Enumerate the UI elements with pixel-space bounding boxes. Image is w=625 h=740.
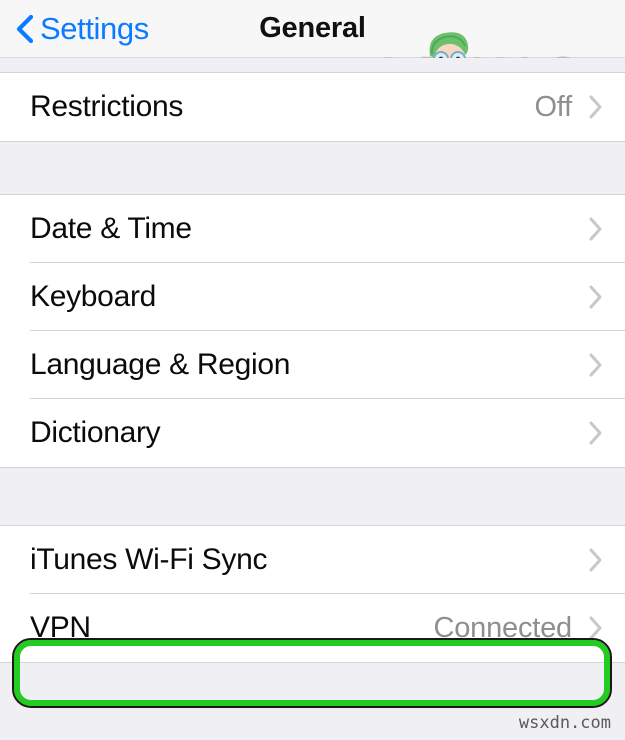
row-accessory-vpn: Connected [433, 611, 625, 644]
row-accessory-restrictions: Off [534, 90, 625, 123]
chevron-right-icon [589, 616, 602, 640]
settings-general-screen: Settings General A PUALS [0, 0, 625, 740]
settings-row-dictionary[interactable]: Dictionary [0, 399, 625, 467]
row-accessory-itunes-wifi-sync [588, 547, 625, 573]
source-watermark: wsxdn.com [518, 713, 611, 733]
section-gap-1 [0, 142, 625, 194]
row-label-keyboard: Keyboard [30, 280, 157, 313]
row-label-language-region: Language & Region [30, 348, 291, 381]
row-accessory-language-region [588, 352, 625, 378]
row-value-restrictions: Off [534, 90, 572, 123]
row-accessory-keyboard [588, 284, 625, 310]
navigation-bar: Settings General [0, 0, 625, 58]
row-label-itunes-wifi-sync: iTunes Wi-Fi Sync [30, 543, 268, 576]
row-value-vpn-status: Connected [433, 611, 573, 644]
row-label-vpn: VPN [30, 611, 91, 644]
settings-row-language-region[interactable]: Language & Region [0, 331, 625, 399]
settings-row-vpn[interactable]: VPN Connected [0, 594, 625, 662]
section-gap-2 [0, 468, 625, 525]
settings-row-keyboard[interactable]: Keyboard [0, 263, 625, 331]
row-accessory-dictionary [588, 420, 625, 446]
settings-group-restrictions: Restrictions Off [0, 72, 625, 142]
settings-row-date-time[interactable]: Date & Time [0, 195, 625, 263]
chevron-right-icon [589, 285, 602, 309]
row-label-dictionary: Dictionary [30, 416, 161, 449]
row-label-date-time: Date & Time [30, 212, 192, 245]
settings-row-restrictions[interactable]: Restrictions Off [0, 73, 625, 141]
chevron-right-icon [589, 548, 602, 572]
row-label-restrictions: Restrictions [30, 90, 184, 123]
chevron-right-icon [589, 217, 602, 241]
chevron-right-icon [589, 95, 602, 119]
settings-row-itunes-wifi-sync[interactable]: iTunes Wi-Fi Sync [0, 526, 625, 594]
chevron-right-icon [589, 353, 602, 377]
chevron-right-icon [589, 421, 602, 445]
section-gap-top [0, 58, 625, 72]
row-accessory-date-time [588, 216, 625, 242]
page-title: General [259, 12, 366, 44]
settings-list: Restrictions Off Date & Time Keyboard La… [0, 58, 625, 663]
settings-group-locale: Date & Time Keyboard Language & Region D… [0, 194, 625, 468]
settings-group-sync-vpn: iTunes Wi-Fi Sync VPN Connected [0, 525, 625, 663]
